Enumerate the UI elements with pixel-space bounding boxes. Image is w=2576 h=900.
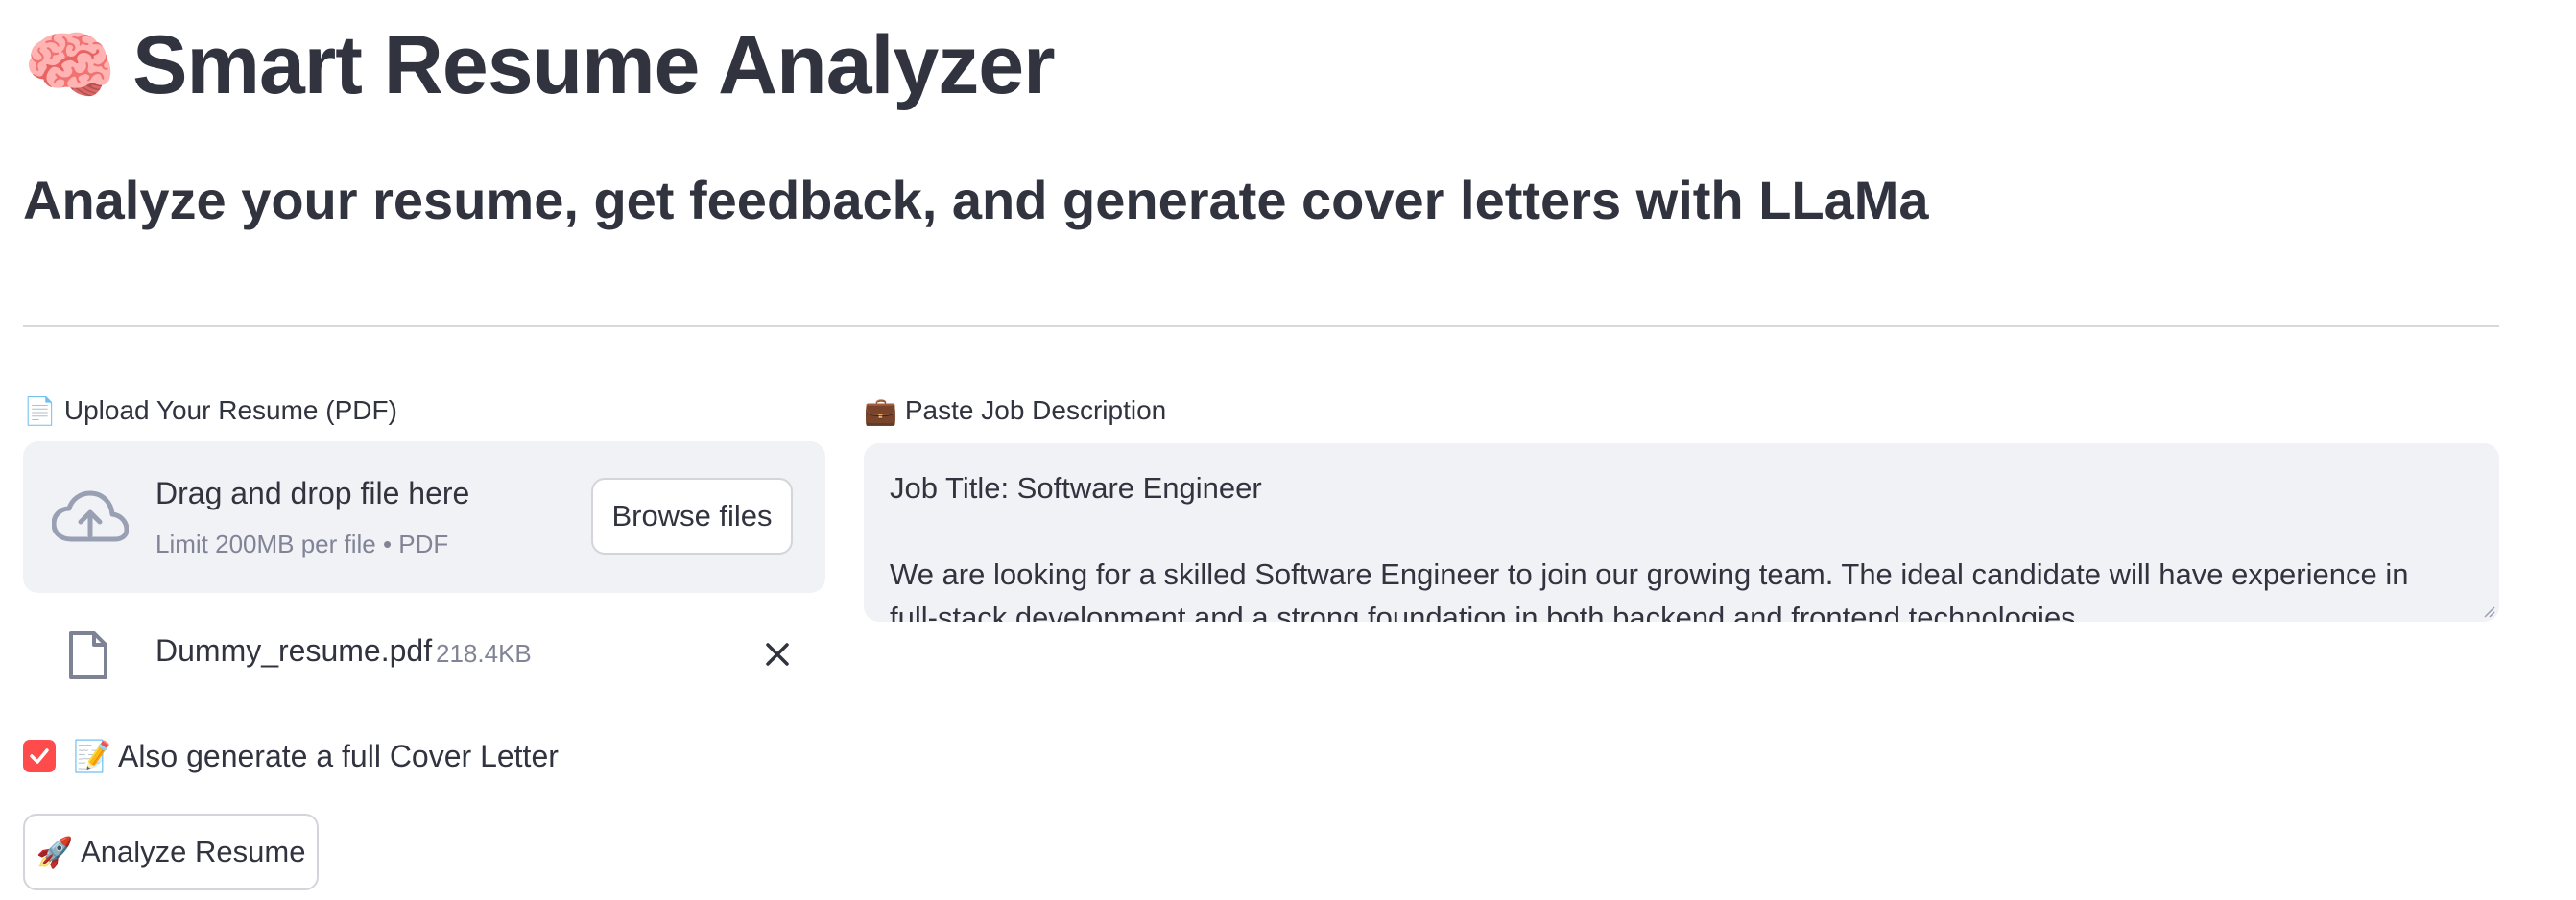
page-title-text: Smart Resume Analyzer bbox=[132, 18, 1055, 111]
upload-label-text: Upload Your Resume (PDF) bbox=[63, 395, 397, 425]
document-icon bbox=[69, 631, 107, 679]
browse-files-button[interactable]: Browse files bbox=[591, 478, 793, 555]
divider bbox=[23, 325, 2499, 327]
page-subtitle: Analyze your resume, get feedback, and g… bbox=[23, 169, 1929, 230]
cover-letter-label: Also generate a full Cover Letter bbox=[117, 739, 559, 773]
cover-letter-checkbox[interactable] bbox=[23, 740, 56, 772]
resize-handle-icon[interactable] bbox=[2482, 604, 2495, 618]
uploaded-file: Dummy_resume.pdf 218.4KB bbox=[23, 620, 825, 689]
close-icon[interactable] bbox=[758, 635, 797, 674]
dropzone-limit: Limit 200MB per file • PDF bbox=[155, 530, 449, 558]
file-dropzone[interactable]: Drag and drop file here Limit 200MB per … bbox=[23, 441, 825, 593]
checkmark-icon bbox=[30, 748, 49, 764]
cloud-upload-icon bbox=[52, 490, 129, 542]
job-description-textarea[interactable]: Job Title: Software Engineer We are look… bbox=[864, 443, 2499, 622]
page-title: 🧠 Smart Resume Analyzer bbox=[23, 12, 1056, 119]
file-name: Dummy_resume.pdf bbox=[155, 633, 433, 668]
analyze-button-label: Analyze Resume bbox=[81, 835, 306, 868]
analyze-resume-button[interactable]: 🚀 Analyze Resume bbox=[23, 814, 319, 890]
job-description-label-text: Paste Job Description bbox=[904, 395, 1167, 425]
cover-letter-option[interactable]: 📝 Also generate a full Cover Letter bbox=[23, 735, 559, 777]
briefcase-icon: 💼 bbox=[864, 395, 897, 426]
file-size: 218.4KB bbox=[436, 639, 532, 668]
app-page: 🧠 Smart Resume Analyzer Analyze your res… bbox=[0, 0, 2576, 900]
memo-icon: 📝 bbox=[73, 739, 111, 773]
job-description-text[interactable]: Job Title: Software Engineer We are look… bbox=[890, 466, 2464, 622]
job-description-label: 💼 Paste Job Description bbox=[864, 390, 1166, 432]
dropzone-title: Drag and drop file here bbox=[155, 476, 470, 510]
page-icon: 📄 bbox=[23, 395, 57, 426]
upload-label: 📄 Upload Your Resume (PDF) bbox=[23, 390, 397, 432]
brain-icon: 🧠 bbox=[23, 23, 116, 107]
rocket-icon: 🚀 bbox=[36, 835, 74, 869]
